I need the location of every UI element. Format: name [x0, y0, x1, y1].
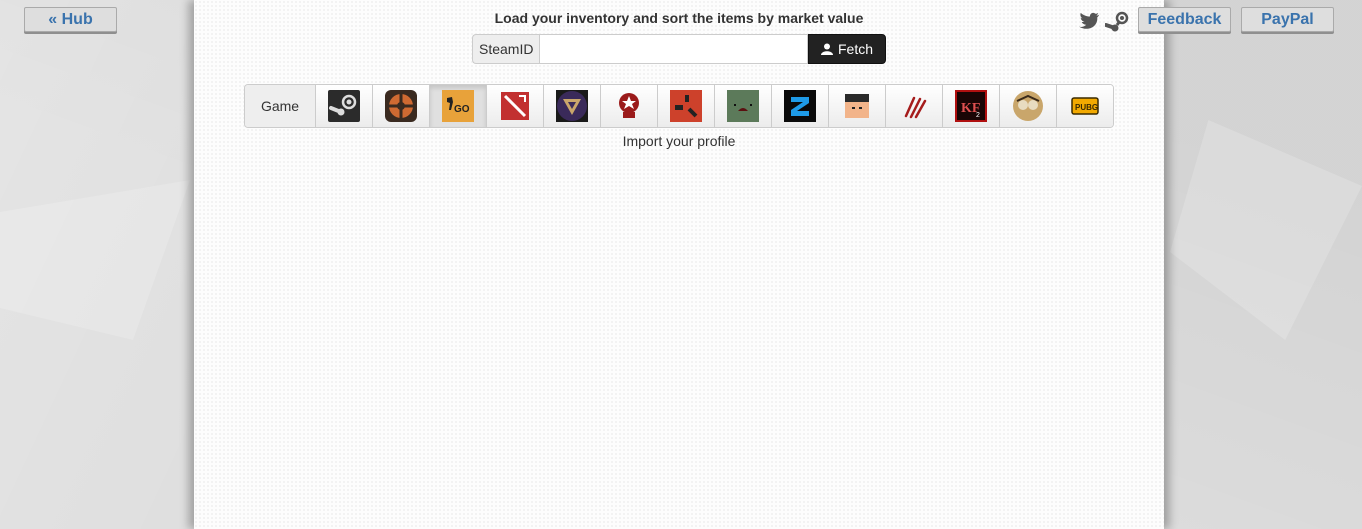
hub-button[interactable]: « Hub [24, 7, 117, 32]
main-panel: Load your inventory and sort the items b… [194, 0, 1164, 529]
social-links [1077, 10, 1129, 34]
fetch-label: Fetch [837, 41, 873, 57]
dota2-icon [501, 92, 529, 120]
game-red-skull[interactable] [601, 85, 658, 127]
purple-triangle-icon [556, 90, 588, 122]
background-shape [0, 180, 190, 340]
game-csgo[interactable]: GO [430, 85, 487, 127]
red-skull-icon [619, 93, 639, 118]
game-battleblock[interactable] [829, 85, 886, 127]
steamid-input[interactable] [539, 34, 808, 64]
fetch-button[interactable]: Fetch [808, 34, 886, 64]
game-selector: Game GO KF 2 PUBG [244, 84, 1114, 128]
paypal-button[interactable]: PayPal [1241, 7, 1334, 32]
user-icon [820, 43, 833, 55]
twitter-icon[interactable] [1077, 10, 1101, 34]
feedback-button[interactable]: Feedback [1138, 7, 1231, 32]
rust-icon [670, 90, 702, 122]
game-pubg[interactable]: PUBG [1057, 85, 1113, 127]
page-title: Load your inventory and sort the items b… [494, 10, 864, 26]
svg-text:2: 2 [976, 112, 980, 119]
payday2-icon [784, 90, 816, 122]
game-dont-starve[interactable] [1000, 85, 1057, 127]
svg-text:PUBG: PUBG [1075, 103, 1098, 112]
unturned-icon [727, 90, 759, 122]
tf2-icon [385, 90, 417, 122]
steamid-input-group: SteamID Fetch [472, 34, 886, 64]
game-dota2[interactable] [487, 85, 544, 127]
game-payday2[interactable] [772, 85, 829, 127]
background-shape [1170, 120, 1362, 340]
game-unturned[interactable] [715, 85, 772, 127]
game-killing-floor[interactable] [886, 85, 943, 127]
claw-icon [904, 96, 927, 119]
svg-text:GO: GO [454, 104, 470, 115]
dont-starve-icon [1013, 91, 1043, 121]
pubg-icon: PUBG [1071, 97, 1099, 115]
csgo-icon: GO [442, 90, 474, 122]
battleblock-icon [845, 94, 869, 118]
game-tf2[interactable] [373, 85, 430, 127]
game-killing-floor-2[interactable]: KF 2 [943, 85, 1000, 127]
game-steam[interactable] [316, 85, 373, 127]
kf2-icon: KF2 [955, 90, 987, 122]
steam-icon[interactable] [1105, 10, 1129, 34]
game-purple[interactable] [544, 85, 601, 127]
status-message: Import your profile [622, 133, 736, 149]
steamid-label: SteamID [472, 34, 540, 64]
steam-game-icon [328, 90, 360, 122]
game-rust[interactable] [658, 85, 715, 127]
game-label: Game [245, 85, 316, 127]
